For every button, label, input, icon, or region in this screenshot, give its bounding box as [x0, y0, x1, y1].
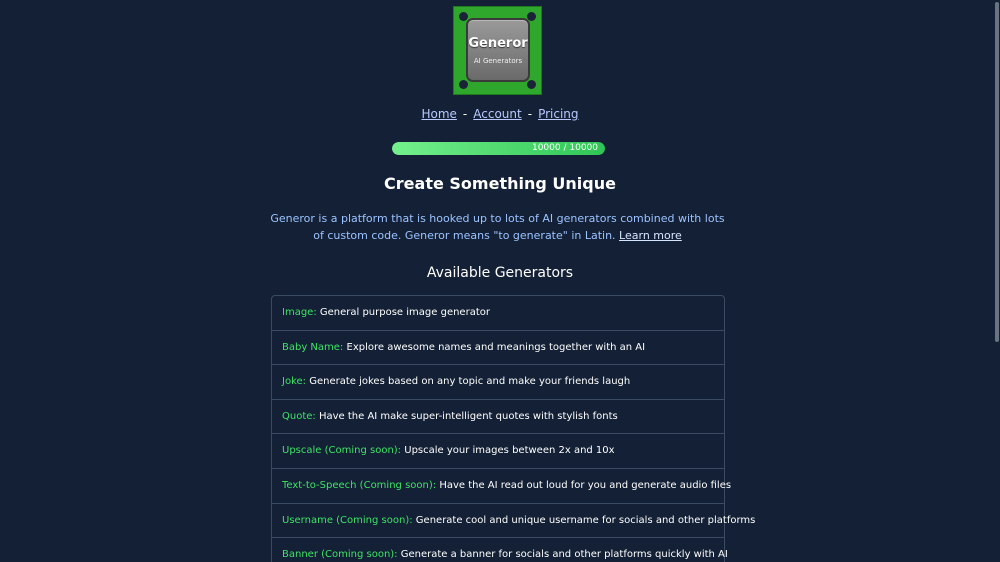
nav-link-account[interactable]: Account: [473, 107, 521, 121]
generator-name: Username (Coming soon):: [282, 514, 413, 526]
credits-progress-text: 10000 / 10000: [531, 143, 598, 153]
page-scrollbar[interactable]: [994, 0, 1000, 562]
top-nav: Home - Account - Pricing: [0, 107, 1000, 121]
generator-item-username[interactable]: Username (Coming soon): Generate cool an…: [272, 504, 755, 539]
generators-list: Image: General purpose image generator B…: [271, 295, 755, 562]
generator-name: Banner (Coming soon):: [282, 549, 398, 561]
page: Generor AI Generators Home - Account - Prici…: [0, 0, 1000, 562]
logo-key: Generor AI Generators: [466, 18, 530, 82]
generator-name: Joke:: [282, 376, 307, 388]
generator-description: Upscale your images between 2x and 10x: [404, 445, 615, 457]
intro-paragraph: Generor is a platform that is hooked up …: [270, 210, 725, 244]
learn-more-link[interactable]: Learn more: [619, 229, 682, 242]
generator-name: Quote:: [282, 410, 316, 422]
logo-subtitle: AI Generators: [473, 57, 523, 65]
screw-icon: [459, 80, 468, 89]
screw-icon: [527, 80, 536, 89]
nav-separator: -: [527, 107, 533, 121]
nav-separator: -: [462, 107, 468, 121]
generator-name: Image:: [282, 307, 317, 318]
generator-description: Have the AI make super-intelligent quote…: [318, 410, 618, 422]
generator-description: Have the AI read out loud for you and ge…: [439, 479, 732, 491]
generator-name: Text-to-Speech (Coming soon):: [282, 479, 437, 491]
generator-description: Explore awesome names and meanings toget…: [346, 341, 646, 353]
generator-item-text-to-speech[interactable]: Text-to-Speech (Coming soon): Have the A…: [272, 469, 731, 504]
generator-name: Upscale (Coming soon):: [282, 445, 402, 457]
page-title: Create Something Unique: [384, 174, 616, 193]
generators-heading: Available Generators: [426, 265, 574, 281]
generator-name: Baby Name:: [282, 341, 344, 353]
generator-item-baby-name[interactable]: Baby Name: Explore awesome names and mea…: [272, 331, 724, 366]
generator-item-upscale[interactable]: Upscale (Coming soon): Upscale your imag…: [272, 434, 724, 469]
generator-description: General purpose image generator: [319, 307, 490, 318]
scrollbar-thumb[interactable]: [995, 2, 999, 342]
generator-item-banner[interactable]: Banner (Coming soon): Generate a banner …: [272, 538, 728, 562]
generator-description: Generate jokes based on any topic and ma…: [309, 376, 631, 388]
generator-description: Generate a banner for socials and other …: [400, 549, 728, 561]
generator-item-joke[interactable]: Joke: Generate jokes based on any topic …: [272, 365, 724, 400]
generator-item-quote[interactable]: Quote: Have the AI make super-intelligen…: [272, 400, 724, 435]
credits-progress-bar: 10000 / 10000: [392, 142, 605, 155]
nav-link-pricing[interactable]: Pricing: [538, 107, 578, 121]
generator-item-image[interactable]: Image: General purpose image generator: [272, 296, 724, 331]
logo-title: Generor: [468, 36, 528, 51]
generor-logo[interactable]: Generor AI Generators: [453, 6, 542, 95]
generator-description: Generate cool and unique username for so…: [415, 514, 756, 526]
nav-link-home[interactable]: Home: [421, 107, 456, 121]
